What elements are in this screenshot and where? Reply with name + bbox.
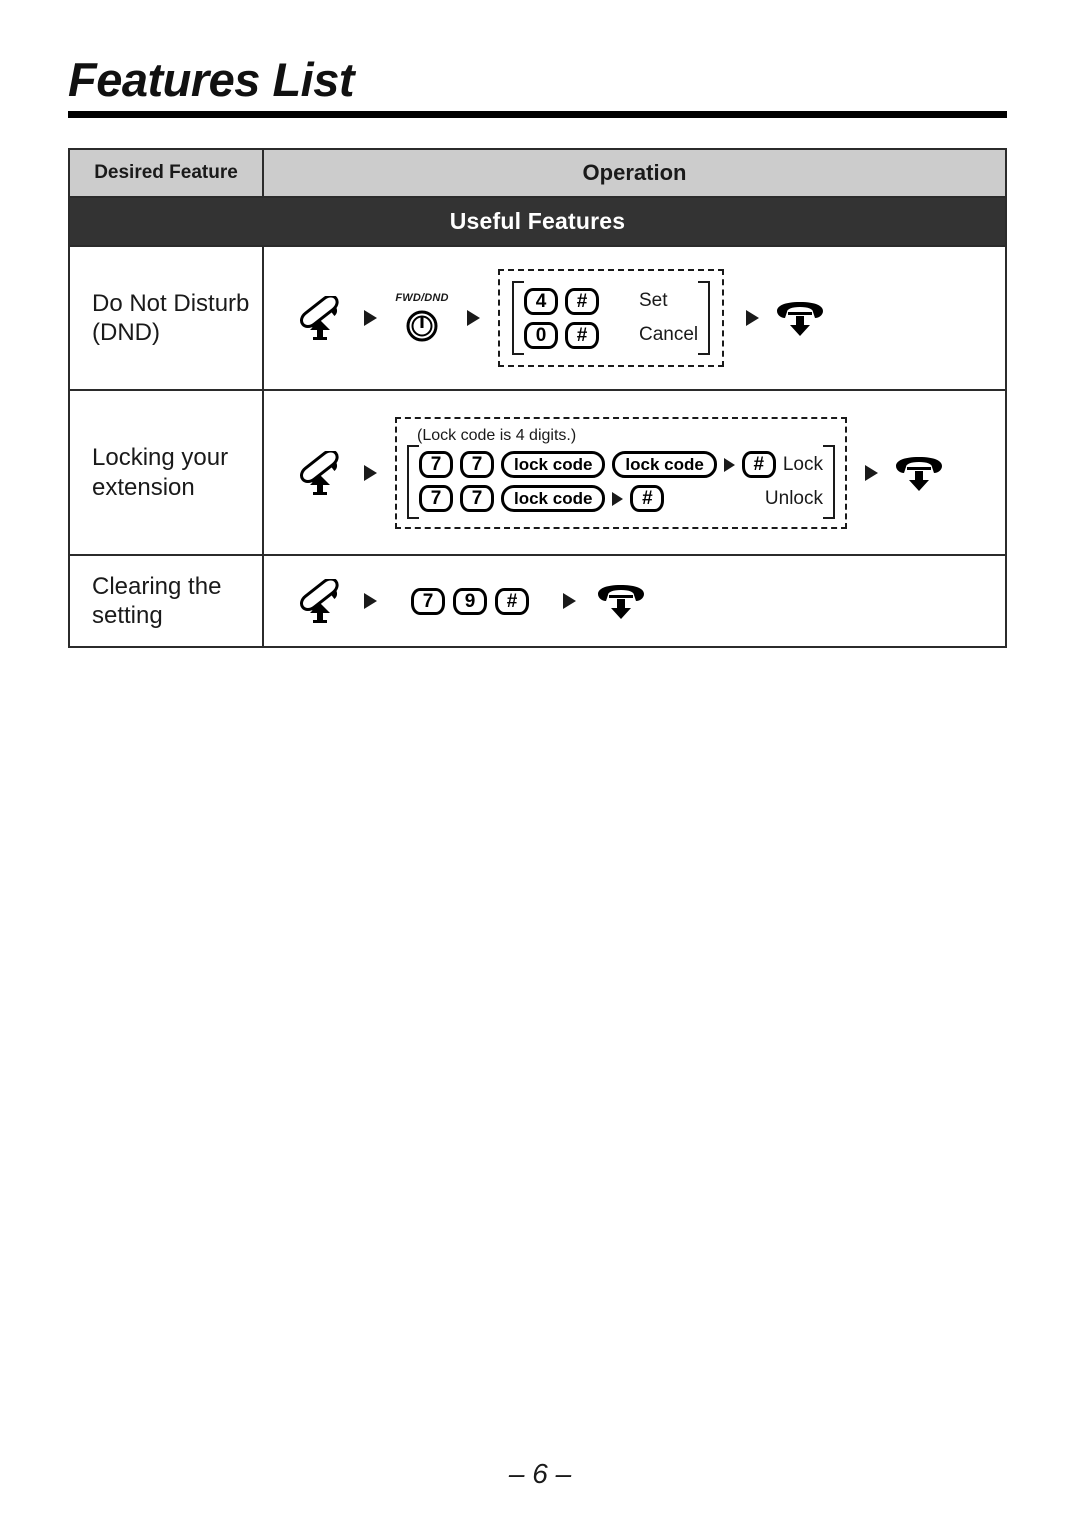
key-button[interactable]: 4 bbox=[524, 287, 558, 315]
operation-group-dnd: 4 # Set 0 # Cancel bbox=[498, 269, 725, 367]
section-band-useful-features: Useful Features bbox=[70, 198, 1005, 247]
key-sequence-line: 7 7 lock code # Unlock bbox=[419, 482, 823, 516]
arrow-right-icon bbox=[723, 457, 735, 472]
feature-label-line2: extension bbox=[92, 473, 195, 501]
lock-code-key[interactable]: lock code bbox=[501, 485, 606, 512]
lock-code-key[interactable]: lock code bbox=[612, 451, 717, 478]
offhook-handset-icon bbox=[296, 450, 350, 495]
bracket-left bbox=[512, 281, 524, 355]
onhook-handset-icon bbox=[892, 453, 946, 493]
column-header-operation: Operation bbox=[582, 160, 687, 185]
bracket-right bbox=[822, 444, 835, 519]
arrow-right-icon bbox=[364, 593, 377, 609]
operation-cell-locking-your-extension: (Lock code is 4 digits.) 7 7 lock code l… bbox=[264, 391, 1005, 554]
onhook-handset-icon bbox=[773, 298, 827, 338]
operation-cell-do-not-disturb: FWD/DND 4 # Set 0 # Cancel bbox=[264, 247, 1005, 389]
key-sequence-line: 7 7 lock code lock code # Lock bbox=[419, 448, 823, 482]
arrow-right-icon bbox=[563, 593, 576, 609]
key-sequence-label: Lock bbox=[782, 453, 823, 475]
bracket-left bbox=[407, 444, 419, 519]
operation-cell-clearing-the-setting: 7 9 # bbox=[264, 556, 1005, 646]
bracket-group: 7 7 lock code lock code # Lock 7 7 lock … bbox=[407, 444, 835, 519]
feature-cell-do-not-disturb: Do Not Disturb (DND) bbox=[70, 247, 264, 389]
key-sequence-line: 0 # Cancel bbox=[524, 318, 698, 352]
feature-label-line1: Clearing the bbox=[92, 572, 222, 600]
feature-label-line1: Locking your bbox=[92, 444, 229, 472]
key-sequence-label: Unlock bbox=[764, 487, 823, 509]
key-sequence-line: 4 # Set bbox=[524, 284, 698, 318]
lock-code-key[interactable]: lock code bbox=[501, 451, 606, 478]
key-button[interactable]: 7 bbox=[460, 451, 494, 478]
key-button[interactable]: 7 bbox=[411, 587, 445, 615]
key-button[interactable]: 7 bbox=[419, 485, 453, 512]
arrow-right-icon bbox=[467, 310, 480, 326]
page-number: – 6 – bbox=[508, 1458, 572, 1489]
key-button[interactable]: 7 bbox=[419, 451, 453, 478]
fwd-dnd-label: FWD/DND bbox=[395, 292, 449, 304]
bracket-body: 4 # Set 0 # Cancel bbox=[524, 281, 698, 355]
arrow-right-icon bbox=[746, 310, 760, 326]
lock-code-note: (Lock code is 4 digits.) bbox=[417, 426, 577, 444]
feature-cell-locking-your-extension: Locking your extension bbox=[70, 391, 264, 554]
key-button[interactable]: # bbox=[741, 451, 776, 478]
offhook-handset-icon bbox=[296, 579, 350, 623]
arrow-right-icon bbox=[364, 464, 377, 481]
bracket-right bbox=[698, 281, 711, 355]
key-button[interactable]: 7 bbox=[460, 485, 494, 512]
key-button[interactable]: # bbox=[565, 287, 599, 315]
feature-label-line2: (DND) bbox=[92, 319, 160, 346]
column-header-desired-feature: Desired Feature bbox=[70, 150, 264, 196]
key-button[interactable]: # bbox=[630, 485, 665, 512]
arrow-right-icon bbox=[364, 310, 377, 326]
feature-label-line2: setting bbox=[92, 602, 163, 629]
table-row: Do Not Disturb (DND) FWD/DND 4 # Set 0 #… bbox=[70, 247, 1005, 391]
offhook-handset-icon bbox=[296, 296, 350, 340]
feature-cell-clearing-the-setting: Clearing the setting bbox=[70, 556, 264, 646]
key-button[interactable]: # bbox=[495, 587, 529, 615]
features-table: Desired Feature Operation Useful Feature… bbox=[68, 148, 1007, 648]
onhook-handset-icon bbox=[594, 581, 648, 621]
key-sequence-label: Set bbox=[639, 290, 668, 311]
operation-group-lock: (Lock code is 4 digits.) 7 7 lock code l… bbox=[395, 416, 847, 529]
fwd-dnd-button-icon[interactable]: FWD/DND bbox=[395, 292, 449, 343]
arrow-right-icon bbox=[612, 491, 624, 506]
bracket-group: 4 # Set 0 # Cancel bbox=[512, 281, 711, 355]
table-header-row: Desired Feature Operation bbox=[70, 150, 1005, 198]
key-sequence-label: Cancel bbox=[639, 324, 699, 345]
key-button[interactable]: # bbox=[565, 321, 599, 349]
bracket-body: 7 7 lock code lock code # Lock 7 7 lock … bbox=[419, 445, 823, 519]
arrow-right-icon bbox=[864, 464, 878, 481]
table-row: Locking your extension (Lock code is 4 d… bbox=[70, 391, 1005, 556]
table-row: Clearing the setting 7 9 # bbox=[70, 556, 1005, 646]
title-rule bbox=[68, 111, 1007, 118]
key-button[interactable]: 9 bbox=[453, 587, 487, 615]
key-button[interactable]: 0 bbox=[524, 321, 558, 349]
page-title: Features List bbox=[68, 53, 355, 106]
feature-label-line1: Do Not Disturb bbox=[92, 289, 250, 317]
